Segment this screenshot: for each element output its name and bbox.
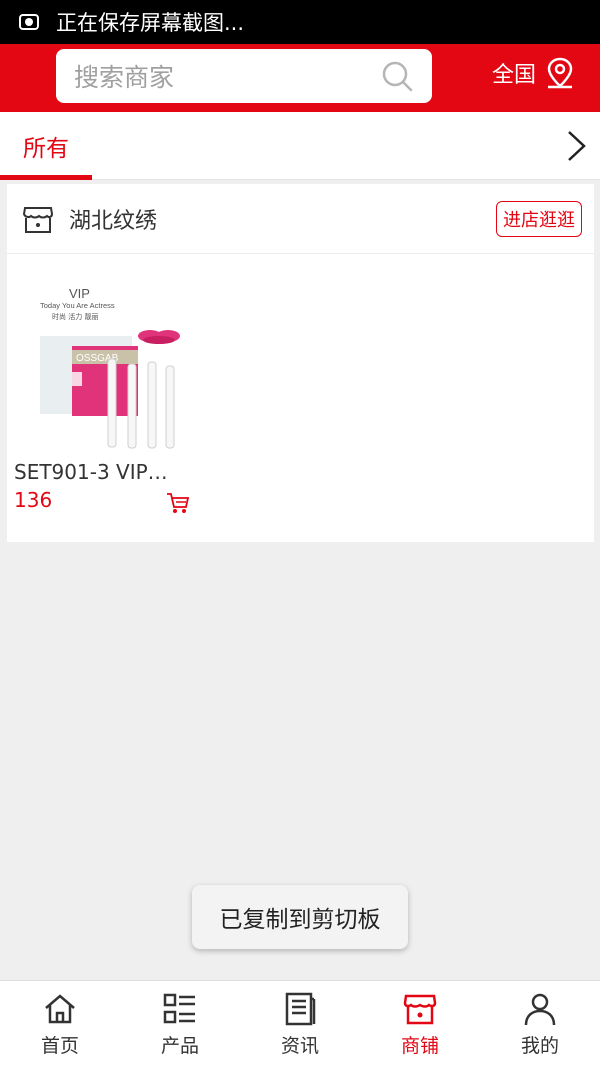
search-icon[interactable] bbox=[380, 59, 414, 93]
product-list-icon bbox=[163, 993, 195, 1024]
svg-text:VIP: VIP bbox=[69, 286, 90, 301]
tab-shops[interactable]: 商铺 bbox=[360, 981, 480, 1067]
product-image: VIP Today You Are Actress 时尚 活力 靓丽 OSSGA… bbox=[14, 264, 190, 454]
region-selector[interactable]: 全国 bbox=[492, 56, 576, 90]
store-icon bbox=[22, 206, 54, 233]
tab-shops-label: 商铺 bbox=[400, 1035, 439, 1057]
product-card[interactable]: VIP Today You Are Actress 时尚 活力 靓丽 OSSGA… bbox=[14, 264, 190, 514]
shop-card: 湖北纹绣 进店逛逛 VIP Today You Are Actress 时尚 活… bbox=[7, 184, 594, 542]
product-title: SET901-3 VIP… bbox=[14, 460, 168, 484]
tab-news[interactable]: 资讯 bbox=[240, 981, 360, 1067]
enter-shop-button[interactable]: 进店逛逛 bbox=[496, 200, 582, 237]
shop-icon bbox=[403, 994, 437, 1025]
tab-all[interactable]: 所有 bbox=[0, 112, 92, 180]
search-placeholder: 搜索商家 bbox=[74, 63, 175, 92]
status-bar: 正在保存屏幕截图... bbox=[0, 0, 600, 44]
location-pin-icon bbox=[547, 57, 573, 89]
tab-home-label: 首页 bbox=[40, 1035, 79, 1057]
shop-name: 湖北纹绣 bbox=[69, 208, 158, 234]
region-label: 全国 bbox=[492, 63, 537, 88]
header: 搜索商家 全国 bbox=[0, 44, 600, 112]
search-input[interactable]: 搜索商家 bbox=[56, 49, 432, 103]
news-icon bbox=[285, 992, 316, 1026]
cart-icon[interactable] bbox=[166, 492, 190, 514]
tab-all-label: 所有 bbox=[23, 136, 69, 162]
product-price: 136 bbox=[14, 488, 53, 512]
tab-mine-label: 我的 bbox=[520, 1035, 559, 1057]
screenshot-icon bbox=[18, 11, 40, 33]
svg-text:Today You Are Actress: Today You Are Actress bbox=[40, 301, 115, 310]
svg-text:时尚 活力 靓丽: 时尚 活力 靓丽 bbox=[52, 312, 98, 321]
tab-products[interactable]: 产品 bbox=[120, 981, 240, 1067]
status-text: 正在保存屏幕截图... bbox=[56, 11, 245, 35]
chevron-right-icon[interactable] bbox=[564, 129, 588, 163]
bottom-tab-bar: 首页 产品 资讯 商铺 我的 bbox=[0, 980, 600, 1067]
tab-news-label: 资讯 bbox=[280, 1035, 319, 1057]
toast-message: 已复制到剪切板 bbox=[192, 885, 408, 949]
tab-active-underline bbox=[0, 175, 92, 180]
category-tabs: 所有 bbox=[0, 112, 600, 180]
shop-header[interactable]: 湖北纹绣 进店逛逛 bbox=[7, 184, 594, 254]
tab-mine[interactable]: 我的 bbox=[480, 981, 600, 1067]
tab-home[interactable]: 首页 bbox=[0, 981, 120, 1067]
user-icon bbox=[524, 993, 556, 1026]
home-icon bbox=[45, 994, 75, 1024]
tab-products-label: 产品 bbox=[160, 1035, 199, 1057]
